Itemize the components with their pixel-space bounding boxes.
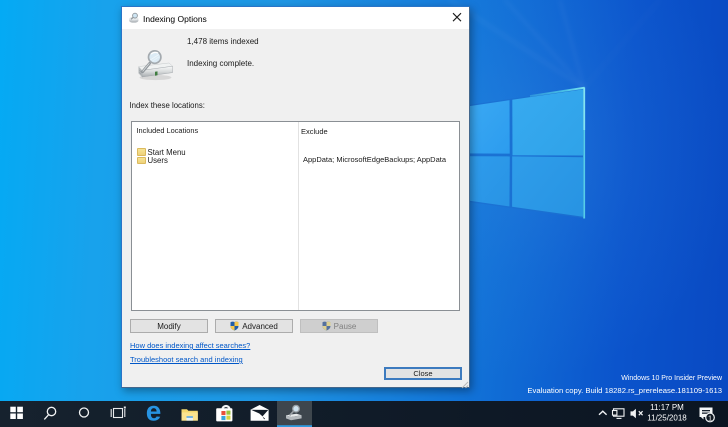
svg-text:11/25/2018: 11/25/2018 (647, 414, 687, 423)
svg-text:1: 1 (708, 413, 712, 422)
svg-text:e: e (146, 401, 162, 426)
svg-text:11:17 PM: 11:17 PM (650, 403, 684, 412)
